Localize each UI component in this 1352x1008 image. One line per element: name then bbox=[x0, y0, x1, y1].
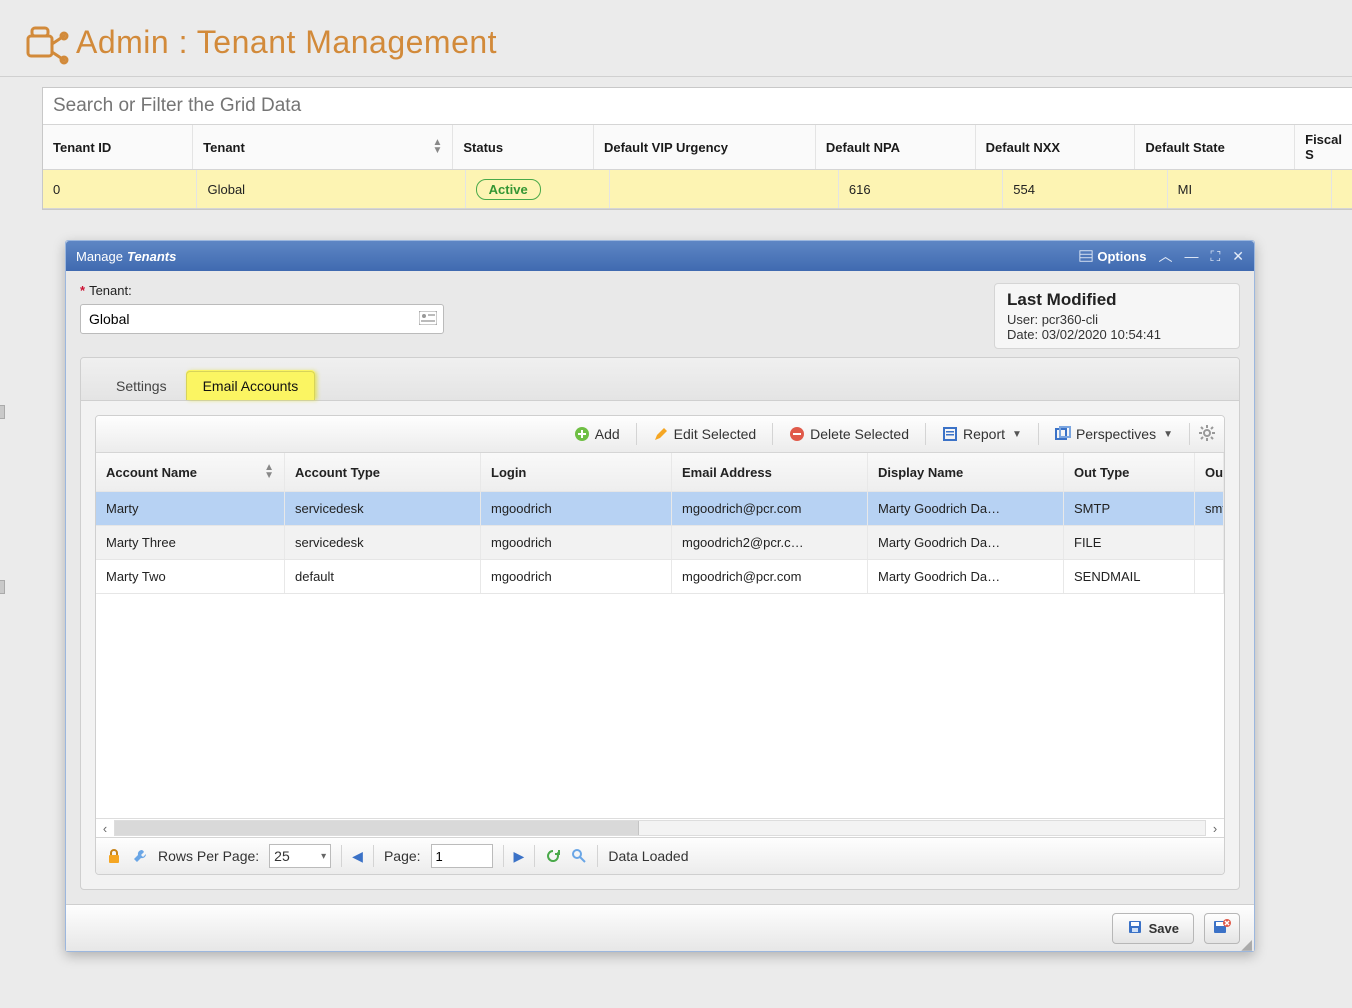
sort-icon: ▲▼ bbox=[264, 464, 274, 480]
refresh-icon[interactable] bbox=[545, 848, 561, 864]
save-icon bbox=[1127, 919, 1143, 938]
col-fiscal[interactable]: Fiscal S bbox=[1295, 125, 1352, 169]
edit-selected-button[interactable]: Edit Selected bbox=[645, 423, 765, 445]
delete-selected-button[interactable]: Delete Selected bbox=[781, 423, 917, 445]
tab-settings[interactable]: Settings bbox=[99, 371, 184, 400]
minimize-icon[interactable]: — bbox=[1184, 248, 1198, 264]
table-row[interactable]: Marty servicedesk mgoodrich mgoodrich@pc… bbox=[96, 492, 1224, 526]
rows-per-page-select[interactable]: 25▾ bbox=[269, 844, 331, 868]
manage-tenants-panel: Manage Tenants Options ︿ — ⛶ ✕ *Tenant: bbox=[65, 240, 1255, 952]
col-default-state[interactable]: Default State bbox=[1135, 125, 1295, 169]
scroll-right-icon[interactable]: › bbox=[1206, 821, 1224, 836]
col-out-host[interactable]: Out Host bbox=[1195, 453, 1224, 491]
grid-search-input[interactable] bbox=[51, 94, 1345, 118]
admin-icon bbox=[20, 16, 72, 68]
col-login[interactable]: Login bbox=[481, 453, 672, 491]
save-button[interactable]: Save bbox=[1112, 913, 1194, 944]
col-account-type[interactable]: Account Type bbox=[285, 453, 481, 491]
next-page-icon[interactable]: ▶ bbox=[514, 848, 525, 865]
tenant-grid: Tenant ID Tenant▲▼ Status Default VIP Ur… bbox=[42, 87, 1352, 210]
scroll-thumb[interactable] bbox=[115, 821, 639, 835]
page-input[interactable] bbox=[431, 844, 493, 868]
search-icon[interactable] bbox=[571, 848, 587, 864]
col-out-type[interactable]: Out Type bbox=[1064, 453, 1195, 491]
close-icon[interactable]: ✕ bbox=[1232, 248, 1244, 265]
page-title: Admin : Tenant Management bbox=[76, 24, 497, 61]
edge-mark bbox=[0, 580, 5, 594]
gear-icon[interactable] bbox=[1198, 424, 1216, 445]
col-default-npa[interactable]: Default NPA bbox=[816, 125, 976, 169]
add-icon bbox=[574, 426, 590, 442]
lock-icon[interactable] bbox=[106, 848, 122, 864]
prev-page-icon[interactable]: ◀ bbox=[352, 848, 363, 865]
tab-email-accounts[interactable]: Email Accounts bbox=[186, 371, 316, 400]
report-button[interactable]: Report▼ bbox=[934, 423, 1030, 445]
save-close-button[interactable] bbox=[1204, 913, 1240, 944]
scroll-left-icon[interactable]: ‹ bbox=[96, 821, 114, 836]
table-row[interactable]: Marty Three servicedesk mgoodrich mgoodr… bbox=[96, 526, 1224, 560]
col-tenant[interactable]: Tenant▲▼ bbox=[193, 125, 453, 169]
status-badge: Active bbox=[476, 179, 541, 200]
resize-grip-icon[interactable]: ◢ bbox=[1241, 939, 1252, 949]
col-default-nxx[interactable]: Default NXX bbox=[976, 125, 1136, 169]
table-row[interactable]: Marty Two default mgoodrich mgoodrich@pc… bbox=[96, 560, 1224, 594]
col-default-vip[interactable]: Default VIP Urgency bbox=[594, 125, 816, 169]
report-icon bbox=[942, 426, 958, 442]
maximize-icon[interactable]: ⛶ bbox=[1210, 248, 1220, 265]
last-modified-box: Last Modified User: pcr360-cli Date: 03/… bbox=[994, 283, 1240, 349]
col-account-name[interactable]: Account Name▲▼ bbox=[96, 453, 285, 491]
perspectives-button[interactable]: Perspectives▼ bbox=[1047, 423, 1181, 445]
grid-status: Data Loaded bbox=[608, 848, 688, 864]
options-menu[interactable]: Options bbox=[1079, 249, 1146, 264]
picker-icon[interactable] bbox=[419, 311, 437, 328]
collapse-icon[interactable]: ︿ bbox=[1158, 246, 1172, 266]
edge-mark bbox=[0, 405, 5, 419]
perspectives-icon bbox=[1055, 426, 1071, 442]
add-button[interactable]: Add bbox=[566, 423, 628, 445]
rows-per-page-label: Rows Per Page: bbox=[158, 848, 259, 864]
sort-icon: ▲▼ bbox=[432, 139, 442, 155]
col-status[interactable]: Status bbox=[453, 125, 594, 169]
pencil-icon bbox=[653, 426, 669, 442]
delete-icon bbox=[789, 426, 805, 442]
tenant-field-label: *Tenant: bbox=[80, 283, 444, 298]
horizontal-scrollbar[interactable]: ‹ › bbox=[96, 818, 1224, 837]
tenant-input[interactable] bbox=[87, 310, 419, 328]
email-grid-header: Account Name▲▼ Account Type Login Email … bbox=[96, 453, 1224, 492]
modal-titlebar[interactable]: Manage Tenants Options ︿ — ⛶ ✕ bbox=[66, 241, 1254, 271]
col-display-name[interactable]: Display Name bbox=[868, 453, 1064, 491]
col-email[interactable]: Email Address bbox=[672, 453, 868, 491]
wrench-icon[interactable] bbox=[132, 848, 148, 864]
tenant-row[interactable]: 0 Global Active 616 554 MI bbox=[43, 170, 1352, 209]
col-tenant-id[interactable]: Tenant ID bbox=[43, 125, 193, 169]
page-label: Page: bbox=[384, 848, 421, 864]
